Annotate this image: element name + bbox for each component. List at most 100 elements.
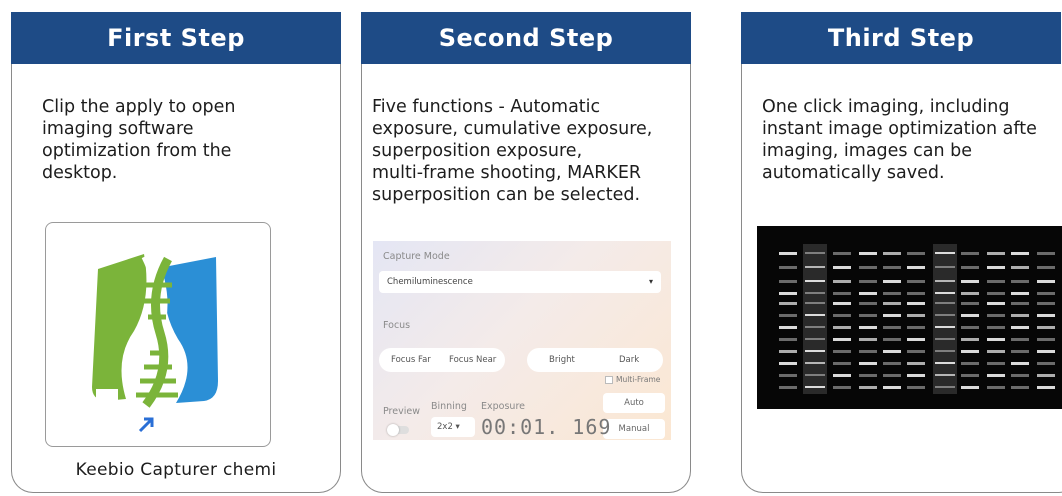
gel-band — [1037, 326, 1055, 329]
gel-band — [961, 252, 979, 255]
gel-band — [833, 266, 851, 269]
gel-band — [987, 374, 1005, 377]
capture-mode-label: Capture Mode — [383, 251, 450, 262]
gel-band — [1037, 314, 1055, 317]
gel-band — [859, 386, 877, 389]
gel-band — [805, 326, 825, 328]
gel-band — [987, 292, 1005, 295]
gel-band — [805, 280, 825, 282]
gel-band — [907, 338, 925, 341]
gel-band — [859, 338, 877, 341]
gel-band — [779, 338, 797, 341]
auto-button[interactable]: Auto — [603, 393, 665, 413]
multi-frame-checkbox[interactable]: Multi-Frame — [605, 375, 660, 384]
gel-bands — [779, 244, 1055, 394]
gel-band — [859, 292, 877, 295]
app-shortcut-panel[interactable] — [45, 222, 271, 447]
gel-band — [779, 350, 797, 353]
gel-band — [883, 350, 901, 353]
gel-band — [805, 350, 825, 352]
bright-button[interactable]: Bright — [549, 348, 575, 372]
gel-band — [883, 266, 901, 269]
gel-band — [1011, 292, 1029, 295]
checkbox-icon — [605, 376, 613, 384]
step-header: Third Step — [741, 12, 1061, 64]
gel-band — [1011, 302, 1029, 305]
gel-band — [805, 302, 825, 304]
step-description: Five functions - Automatic exposure, cum… — [372, 97, 653, 205]
exposure-time-display: 00:01. 169 — [481, 415, 612, 439]
gel-band — [883, 338, 901, 341]
gel-band — [859, 314, 877, 317]
focus-control: Focus Far Focus Near — [379, 348, 505, 372]
gel-band — [779, 280, 797, 283]
gel-band — [883, 280, 901, 283]
gel-band — [833, 280, 851, 283]
gel-band — [883, 386, 901, 389]
gel-band — [779, 362, 797, 365]
dark-button[interactable]: Dark — [619, 348, 639, 372]
gel-band — [987, 280, 1005, 283]
gel-band — [1011, 280, 1029, 283]
gel-band — [987, 386, 1005, 389]
focus-label: Focus — [383, 320, 411, 331]
gel-band — [907, 280, 925, 283]
gel-band — [935, 280, 955, 282]
gel-band — [961, 338, 979, 341]
gel-band — [833, 350, 851, 353]
step-description: One click imaging, including instant ima… — [762, 97, 1037, 183]
gel-band — [987, 266, 1005, 269]
gel-band — [1011, 362, 1029, 365]
gel-band — [961, 292, 979, 295]
gel-band — [907, 350, 925, 353]
gel-band — [935, 314, 955, 316]
gel-band — [961, 374, 979, 377]
gel-band — [935, 374, 955, 376]
app-name-label: Keebio Capturer chemi — [75, 460, 277, 480]
gel-band — [961, 386, 979, 389]
gel-band — [833, 252, 851, 255]
gel-band — [779, 386, 797, 389]
capture-mode-value: Chemiluminescence — [387, 277, 473, 287]
gel-band — [883, 252, 901, 255]
brightness-control: Bright Dark — [527, 348, 663, 372]
gel-band — [805, 362, 825, 364]
preview-toggle[interactable] — [387, 424, 409, 436]
focus-near-button[interactable]: Focus Near — [449, 348, 496, 372]
gel-band — [859, 266, 877, 269]
gel-band — [961, 280, 979, 283]
step-header: Second Step — [361, 12, 691, 64]
binning-value: 2x2 — [437, 422, 453, 432]
gel-band — [987, 362, 1005, 365]
focus-far-button[interactable]: Focus Far — [391, 348, 431, 372]
gel-band — [883, 362, 901, 365]
gel-band — [935, 362, 955, 364]
gel-band — [1011, 326, 1029, 329]
dropdown-caret-icon: ▾ — [648, 277, 653, 286]
gel-band — [961, 326, 979, 329]
gel-band — [1011, 338, 1029, 341]
gel-band — [805, 338, 825, 340]
gel-band — [805, 266, 825, 268]
manual-button[interactable]: Manual — [603, 419, 665, 439]
gel-band — [859, 374, 877, 377]
gel-band — [779, 302, 797, 305]
gel-band — [961, 314, 979, 317]
gel-band — [883, 326, 901, 329]
gel-band — [805, 252, 825, 254]
gel-band — [779, 266, 797, 269]
step-description: Clip the apply to open imaging software … — [42, 97, 236, 183]
gel-band — [907, 302, 925, 305]
multi-frame-label: Multi-Frame — [616, 375, 661, 384]
gel-band — [805, 314, 825, 316]
gel-band — [859, 350, 877, 353]
gel-band — [833, 302, 851, 305]
capture-mode-select[interactable]: Chemiluminescence ▾ — [379, 271, 661, 293]
gel-band — [907, 314, 925, 317]
gel-band — [833, 314, 851, 317]
gel-band — [935, 350, 955, 352]
gel-band — [907, 386, 925, 389]
binning-select[interactable]: 2x2 ▾ — [431, 417, 475, 437]
step-card-first: First Step Clip the apply to open imagin… — [11, 12, 341, 493]
gel-band — [779, 252, 797, 255]
